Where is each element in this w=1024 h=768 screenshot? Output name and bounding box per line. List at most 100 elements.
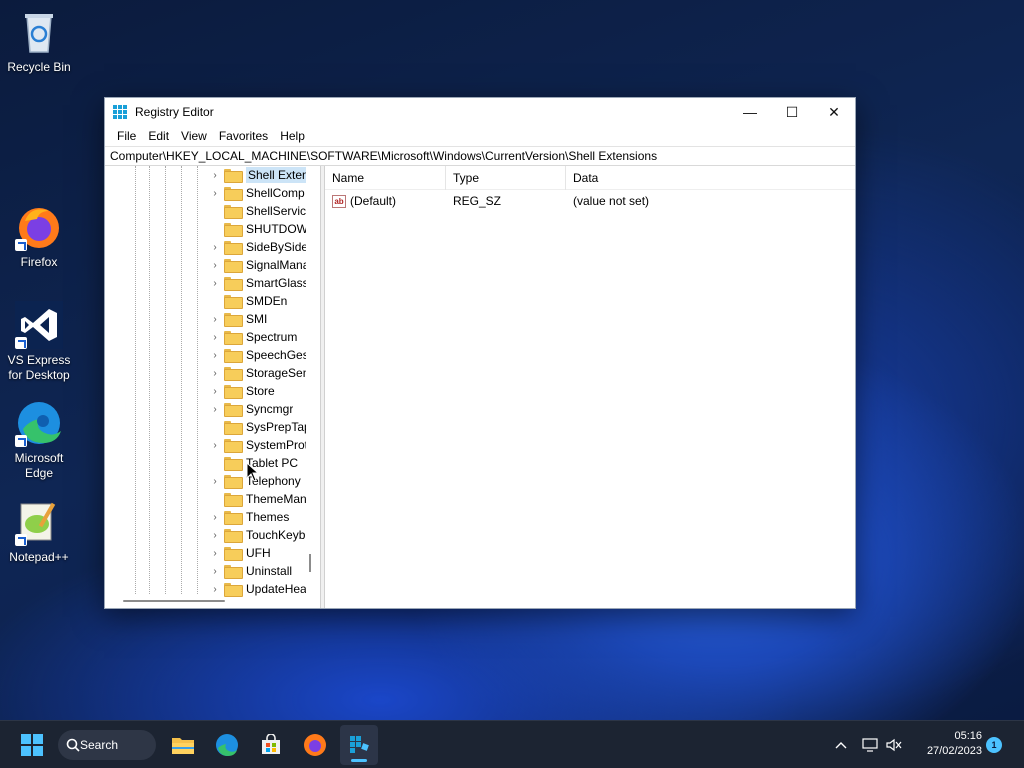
tree-guide <box>149 166 150 594</box>
close-button[interactable]: ✕ <box>813 98 855 126</box>
tree-item[interactable]: › Shell Extens <box>209 166 306 184</box>
minimize-button[interactable]: — <box>729 98 771 126</box>
tree-item[interactable]: › Uninstall <box>209 562 292 580</box>
notification-badge[interactable]: 1 <box>986 737 1002 753</box>
folder-icon <box>224 403 243 417</box>
volume-status[interactable] <box>884 721 904 768</box>
show-hidden-icons-button[interactable] <box>830 721 852 768</box>
tree-vertical-scrollbar[interactable] <box>309 554 311 572</box>
tree-item[interactable]: › SpeechGest <box>209 346 306 364</box>
title-bar[interactable]: Registry Editor — ☐ ✕ <box>105 98 855 126</box>
column-header-data[interactable]: Data <box>566 166 855 190</box>
string-value-icon: ab <box>332 194 346 208</box>
tree-item[interactable]: SMDEn <box>209 292 287 310</box>
tree-item-label: UFH <box>246 546 271 560</box>
folder-icon <box>224 205 243 219</box>
expand-chevron-icon[interactable]: › <box>209 584 221 595</box>
registry-editor-icon <box>113 105 127 119</box>
expand-chevron-icon[interactable]: › <box>209 350 221 361</box>
menu-favorites[interactable]: Favorites <box>213 129 274 143</box>
expand-chevron-icon[interactable]: › <box>209 548 221 559</box>
window-title: Registry Editor <box>135 105 214 119</box>
menu-help[interactable]: Help <box>274 129 311 143</box>
expand-chevron-icon[interactable]: › <box>209 512 221 523</box>
expand-chevron-icon[interactable]: › <box>209 242 221 253</box>
taskbar-firefox[interactable] <box>298 721 332 768</box>
tree-item[interactable]: ShellService <box>209 202 306 220</box>
tree-item[interactable]: › ShellComp <box>209 184 305 202</box>
expand-chevron-icon[interactable]: › <box>209 170 221 181</box>
menu-view[interactable]: View <box>175 129 213 143</box>
tree-item[interactable]: › SignalMana <box>209 256 306 274</box>
tree-item[interactable]: ThemeMan <box>209 490 306 508</box>
value-data: (value not set) <box>573 194 650 208</box>
expand-chevron-icon[interactable]: › <box>209 476 221 487</box>
desktop-icon-label: VS Express for Desktop <box>7 353 71 382</box>
tree-item[interactable]: › UpdateHea <box>209 580 306 598</box>
desktop-icon-firefox[interactable]: Firefox <box>0 203 78 270</box>
desktop-icon-notepad-plus-plus[interactable]: Notepad++ <box>0 498 78 565</box>
expand-chevron-icon[interactable]: › <box>209 386 221 397</box>
expand-chevron-icon[interactable]: › <box>209 332 221 343</box>
clock-date: 27/02/2023 <box>926 745 982 757</box>
system-clock[interactable]: 05:16 27/02/2023 <box>927 729 982 759</box>
folder-icon <box>224 349 243 363</box>
address-bar[interactable]: Computer\HKEY_LOCAL_MACHINE\SOFTWARE\Mic… <box>105 146 855 166</box>
tree-item-label: SysPrepTap <box>246 420 306 434</box>
column-header-type[interactable]: Type <box>446 165 566 190</box>
expand-chevron-icon[interactable]: › <box>209 314 221 325</box>
menu-file[interactable]: File <box>111 129 142 143</box>
tree-item[interactable]: SysPrepTap <box>209 418 306 436</box>
expand-chevron-icon[interactable]: › <box>209 278 221 289</box>
folder-icon <box>224 565 243 579</box>
expand-chevron-icon[interactable]: › <box>209 530 221 541</box>
folder-icon <box>224 385 243 399</box>
column-header-name[interactable]: Name <box>325 165 446 190</box>
tree-item[interactable]: › Themes <box>209 508 289 526</box>
desktop-icon-recycle-bin[interactable]: Recycle Bin <box>0 8 78 75</box>
tree-item[interactable]: SHUTDOWI <box>209 220 306 238</box>
expand-chevron-icon[interactable]: › <box>209 404 221 415</box>
notepad-plus-plus-icon <box>15 498 63 546</box>
firefox-icon <box>304 734 326 756</box>
tree-item[interactable]: › SideBySide <box>209 238 306 256</box>
tree-item[interactable]: › StorageSen <box>209 364 306 382</box>
tree-item[interactable]: › SMI <box>209 310 267 328</box>
list-item[interactable]: ab (Default) REG_SZ (value not set) <box>325 190 855 212</box>
volume-muted-icon <box>886 738 902 752</box>
start-button[interactable] <box>12 721 52 768</box>
tree-item[interactable]: › SystemProt <box>209 436 306 454</box>
tree-item[interactable]: › TouchKeyb <box>209 526 305 544</box>
expand-chevron-icon[interactable]: › <box>209 188 221 199</box>
menu-edit[interactable]: Edit <box>142 129 175 143</box>
tree-item[interactable]: › Store <box>209 382 275 400</box>
desktop-icon-label: Recycle Bin <box>7 60 71 74</box>
desktop-icon-label: Firefox <box>20 255 58 269</box>
folder-icon <box>224 241 243 255</box>
network-status[interactable] <box>860 721 880 768</box>
desktop-icon-vs-express[interactable]: VS Express for Desktop <box>0 301 78 383</box>
taskbar-search[interactable]: Search <box>58 730 156 760</box>
tree-item[interactable]: › SmartGlass <box>209 274 306 292</box>
taskbar-registry-editor[interactable] <box>340 725 378 765</box>
tree-item[interactable]: › Spectrum <box>209 328 297 346</box>
taskbar-microsoft-store[interactable] <box>254 721 288 768</box>
values-list: Name Type Data ab (Default) REG_SZ (valu… <box>325 165 855 608</box>
active-indicator <box>351 759 367 762</box>
expand-chevron-icon[interactable]: › <box>209 260 221 271</box>
expand-chevron-icon[interactable]: › <box>209 440 221 451</box>
tree-item-label: UpdateHea <box>246 582 306 596</box>
expand-chevron-icon[interactable]: › <box>209 566 221 577</box>
tree-item-label: ShellComp <box>246 186 305 200</box>
key-tree[interactable]: › Shell Extens › ShellComp ShellService SHUTD… <box>105 166 320 608</box>
tree-item[interactable]: › Syncmgr <box>209 400 293 418</box>
tree-item[interactable]: › UFH <box>209 544 271 562</box>
desktop-icon-edge[interactable]: Microsoft Edge <box>0 399 78 481</box>
folder-icon <box>224 169 243 183</box>
taskbar-file-explorer[interactable] <box>166 721 200 768</box>
expand-chevron-icon[interactable]: › <box>209 368 221 379</box>
tree-horizontal-scrollbar[interactable] <box>123 600 225 602</box>
maximize-button[interactable]: ☐ <box>771 98 813 126</box>
taskbar-edge[interactable] <box>210 721 244 768</box>
tree-item-label: Uninstall <box>246 564 293 578</box>
